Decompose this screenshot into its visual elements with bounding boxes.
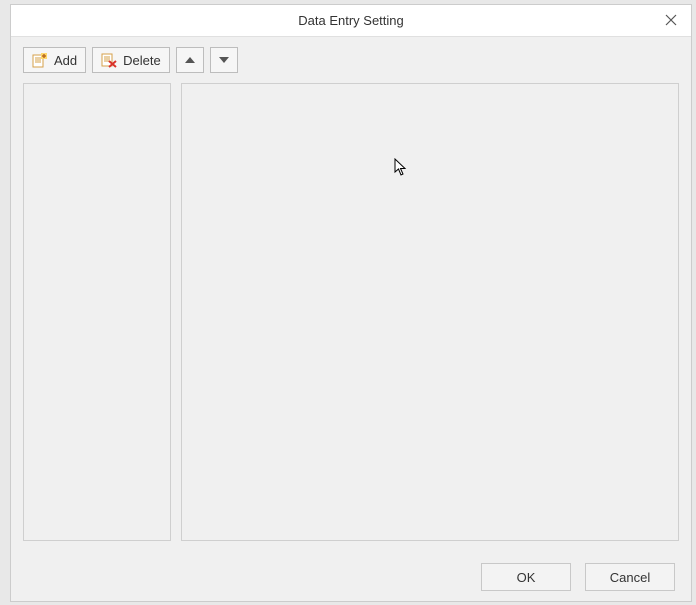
add-icon xyxy=(32,52,48,68)
left-panel[interactable] xyxy=(23,83,171,541)
move-up-button[interactable] xyxy=(176,47,204,73)
dialog-title: Data Entry Setting xyxy=(298,13,404,28)
dialog-window: Data Entry Setting xyxy=(10,4,692,602)
ok-button[interactable]: OK xyxy=(481,563,571,591)
toolbar: Add Delete xyxy=(23,47,679,73)
delete-icon xyxy=(101,52,117,68)
titlebar: Data Entry Setting xyxy=(11,5,691,37)
close-button[interactable] xyxy=(651,5,691,37)
cancel-button[interactable]: Cancel xyxy=(585,563,675,591)
arrow-down-icon xyxy=(219,57,229,63)
add-button[interactable]: Add xyxy=(23,47,86,73)
delete-button-label: Delete xyxy=(123,53,161,68)
dialog-footer: OK Cancel xyxy=(11,553,691,601)
right-panel xyxy=(181,83,679,541)
add-button-label: Add xyxy=(54,53,77,68)
move-down-button[interactable] xyxy=(210,47,238,73)
arrow-up-icon xyxy=(185,57,195,63)
close-icon xyxy=(665,14,677,29)
delete-button[interactable]: Delete xyxy=(92,47,170,73)
dialog-body: Add Delete xyxy=(11,37,691,553)
panels xyxy=(23,83,679,541)
